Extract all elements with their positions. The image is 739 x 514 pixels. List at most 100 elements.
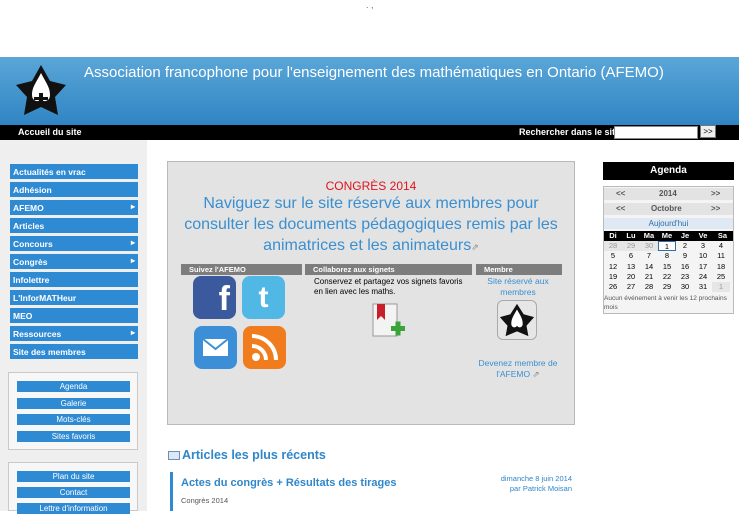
calendar-day[interactable]: 9 [676, 251, 694, 262]
calendar-day[interactable]: 15 [658, 261, 676, 272]
calendar-day-header: Ve [694, 231, 712, 241]
calendar-day[interactable]: 10 [694, 251, 712, 262]
box1-button[interactable]: Agenda [17, 381, 130, 392]
sidebar-item[interactable]: Site des membres [10, 344, 138, 359]
sidebar-item[interactable]: Congrès ▸ [10, 254, 138, 269]
member-logo-icon[interactable] [497, 300, 537, 340]
sidebar-item[interactable]: MEO [10, 308, 138, 323]
sidebar-item[interactable]: Actualités en vrac [10, 164, 138, 179]
facebook-icon[interactable]: f [193, 276, 236, 319]
calendar-day[interactable]: 28 [640, 282, 658, 293]
calendar-day-header: Me [658, 231, 676, 241]
calendar-day[interactable]: 7 [640, 251, 658, 262]
sidebar-item[interactable]: AFEMO ▸ [10, 200, 138, 215]
article-title[interactable]: Actes du congrès + Résultats des tirages [181, 477, 397, 489]
box1-button[interactable]: Galerie [17, 397, 130, 409]
recent-articles-heading[interactable]: Articles les plus récents [182, 448, 326, 462]
sidebar-item[interactable]: Infolettre [10, 272, 138, 287]
calendar-day[interactable]: 23 [676, 271, 694, 282]
calendar-day[interactable]: 31 [694, 282, 712, 293]
calendar-day[interactable]: 27 [622, 282, 640, 293]
calendar-note: Aucun événement à venir les 12 prochains… [604, 295, 727, 311]
calendar-day[interactable]: 25 [712, 271, 730, 282]
calendar-day[interactable]: 4 [712, 241, 730, 251]
calendar-year-row: << 2014 >> [604, 188, 733, 200]
calendar-day[interactable]: 28 [604, 241, 622, 251]
next-month-button[interactable]: >> [711, 204, 720, 213]
box2-button[interactable]: Plan du site [17, 471, 130, 482]
calendar-day[interactable]: 11 [712, 251, 730, 262]
headline-text[interactable]: Naviguez sur le site réservé aux membres… [184, 195, 558, 254]
calendar-day[interactable]: 16 [676, 261, 694, 272]
calendar-day[interactable]: 26 [604, 282, 622, 293]
prev-month-button[interactable]: << [616, 204, 625, 213]
rss-icon[interactable] [243, 326, 286, 369]
calendar-day[interactable]: 20 [622, 271, 640, 282]
sidebar-item[interactable]: Ressources ▸ [10, 326, 138, 341]
home-link[interactable]: Accueil du site [18, 127, 82, 137]
calendar-day[interactable]: 3 [694, 241, 712, 251]
calendar-day[interactable]: 12 [604, 261, 622, 272]
folder-icon [168, 451, 180, 460]
sidebar-item[interactable]: L'InforMATHeur [10, 290, 138, 305]
calendar-day[interactable]: 2 [676, 241, 694, 251]
col-member-heading: Membre [476, 264, 562, 275]
submenu-arrow-icon: ▸ [130, 328, 135, 337]
twitter-icon[interactable]: t [242, 276, 285, 319]
box2-button[interactable]: Lettre d'information [17, 503, 130, 514]
calendar-day[interactable]: 30 [640, 241, 658, 251]
bookmark-add-icon[interactable] [371, 302, 407, 344]
calendar-day[interactable]: 21 [640, 271, 658, 282]
calendar-day[interactable]: 30 [676, 282, 694, 293]
calendar-day[interactable]: 14 [640, 261, 658, 272]
box1-button[interactable]: Sites favoris [17, 430, 130, 442]
members-site-link[interactable]: Site réservé aux membres [478, 276, 558, 298]
external-link-icon: ⇗ [471, 242, 479, 252]
sidebar-item[interactable]: Adhésion [10, 182, 138, 197]
sidebar-item-label: Actualités en vrac [13, 167, 86, 177]
calendar-month-row: << Octobre >> [604, 203, 733, 215]
site-title: Association francophone pour l'enseignem… [84, 64, 664, 81]
today-button[interactable]: Aujourd'hui [604, 218, 733, 229]
calendar-day[interactable]: 5 [604, 251, 622, 262]
sidebar-item-label: Articles [13, 221, 45, 231]
calendar-day[interactable]: 8 [658, 251, 676, 262]
become-member-text[interactable]: Devenez membre de l'AFEMO [479, 358, 558, 379]
congres-title[interactable]: CONGRÈS 2014 [167, 179, 575, 193]
mail-icon[interactable] [194, 326, 237, 369]
calendar-day[interactable]: 29 [622, 241, 640, 251]
calendar-day[interactable]: 13 [622, 261, 640, 272]
calendar-day[interactable]: 18 [712, 261, 730, 272]
calendar-day[interactable]: 29 [658, 282, 676, 293]
sidebar-item-label: Congrès [13, 257, 48, 267]
article-category[interactable]: Congrès 2014 [181, 496, 228, 505]
calendar-day[interactable]: 1 [658, 241, 676, 251]
calendar-day-header: Ma [640, 231, 658, 241]
collab-description: Conservez et partagez vos signets favori… [314, 277, 463, 296]
box1-button[interactable]: Mots-clés [17, 414, 130, 425]
members-headline[interactable]: Naviguez sur le site réservé aux membres… [176, 193, 566, 258]
search-label: Rechercher dans le site [519, 127, 621, 137]
article-date: dimanche 8 juin 2014 [500, 474, 572, 483]
calendar-day[interactable]: 17 [694, 261, 712, 272]
box2-button[interactable]: Contact [17, 487, 130, 498]
external-link-icon: ⇗ [532, 369, 540, 379]
sidebar-item-label: Ressources [13, 329, 62, 339]
calendar-day[interactable]: 1 [712, 282, 730, 293]
search-button[interactable]: >> [700, 125, 716, 138]
calendar-day[interactable]: 6 [622, 251, 640, 262]
col-bookmarks-heading: Collaborez aux signets [305, 264, 472, 275]
sidebar-item-label: Adhésion [13, 185, 52, 195]
calendar-day[interactable]: 19 [604, 271, 622, 282]
stray-text: . , [366, 0, 374, 10]
prev-year-button[interactable]: << [616, 189, 625, 198]
search-input[interactable] [614, 126, 698, 139]
afemo-logo-icon[interactable] [14, 63, 68, 119]
calendar-day[interactable]: 24 [694, 271, 712, 282]
article-author[interactable]: par Patrick Moisan [452, 484, 572, 494]
next-year-button[interactable]: >> [711, 189, 720, 198]
sidebar-item[interactable]: Articles [10, 218, 138, 233]
calendar-day[interactable]: 22 [658, 271, 676, 282]
become-member-link[interactable]: Devenez membre de l'AFEMO ⇗ [478, 358, 558, 380]
sidebar-item[interactable]: Concours ▸ [10, 236, 138, 251]
